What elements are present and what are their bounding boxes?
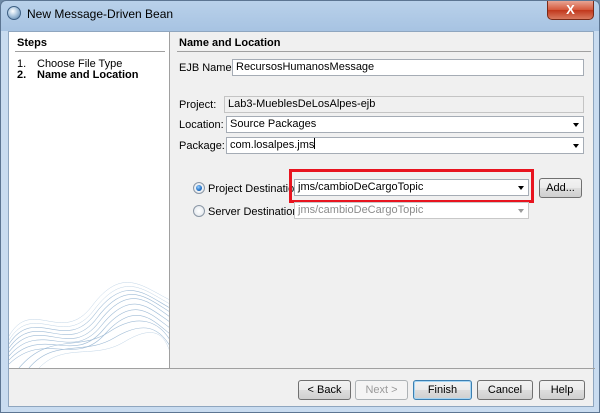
next-button[interactable]: Next >: [355, 380, 408, 400]
package-value: com.losalpes.jms: [230, 139, 315, 151]
steps-pane: Steps 1. Choose File Type 2. Name and Loca…: [9, 32, 170, 368]
window-title: New Message-Driven Bean: [27, 7, 174, 21]
step-name-and-location: 2. Name and Location: [17, 69, 138, 81]
chevron-down-icon[interactable]: [573, 123, 579, 127]
back-button[interactable]: < Back: [298, 380, 351, 400]
netbeans-app-icon: [7, 6, 21, 20]
location-combobox[interactable]: Source Packages: [226, 116, 584, 133]
chevron-down-icon[interactable]: [518, 186, 524, 190]
ejb-name-label: EJB Name:: [179, 62, 235, 74]
step-number: 2.: [17, 69, 27, 81]
panel-divider: [177, 51, 591, 52]
steps-heading: Steps: [17, 37, 47, 49]
panel-title: Name and Location: [179, 37, 281, 49]
footer-divider: [9, 368, 595, 369]
package-combobox[interactable]: com.losalpes.jms: [226, 137, 584, 154]
dialog-body: Steps 1. Choose File Type 2. Name and Loca…: [8, 31, 595, 407]
text-caret: [314, 138, 316, 149]
server-destinations-value: jms/cambioDeCargoTopic: [298, 204, 424, 216]
project-field: Lab3-MueblesDeLosAlpes-ejb: [224, 96, 584, 113]
server-destinations-label[interactable]: Server Destinations:: [208, 206, 307, 218]
location-label: Location:: [179, 119, 224, 131]
package-label: Package:: [179, 140, 225, 152]
location-value: Source Packages: [230, 118, 317, 130]
server-destinations-combobox[interactable]: jms/cambioDeCargoTopic: [294, 202, 529, 219]
project-destinations-value: jms/cambioDeCargoTopic: [298, 181, 424, 193]
finish-button[interactable]: Finish: [413, 380, 472, 400]
project-destinations-radio[interactable]: [193, 182, 205, 194]
project-label: Project:: [179, 99, 217, 111]
title-bar[interactable]: New Message-Driven Bean X: [1, 1, 599, 25]
help-button[interactable]: Help: [539, 380, 585, 400]
add-destination-button[interactable]: Add...: [539, 178, 582, 198]
step-label: Name and Location: [37, 69, 139, 81]
close-button[interactable]: X: [547, 1, 594, 20]
chevron-down-icon: [518, 209, 524, 213]
project-destinations-combobox[interactable]: jms/cambioDeCargoTopic: [294, 179, 529, 196]
chevron-down-icon[interactable]: [573, 144, 579, 148]
dialog-window: New Message-Driven Bean X Steps 1. Choose…: [0, 0, 600, 413]
ejb-name-input[interactable]: RecursosHumanosMessage: [232, 59, 584, 76]
cancel-button[interactable]: Cancel: [477, 380, 533, 400]
server-destinations-radio[interactable]: [193, 205, 205, 217]
steps-divider: [15, 51, 165, 52]
name-location-panel: Name and Location EJB Name: RecursosHuma…: [171, 32, 595, 368]
decorative-wave-graphic: [9, 282, 169, 368]
